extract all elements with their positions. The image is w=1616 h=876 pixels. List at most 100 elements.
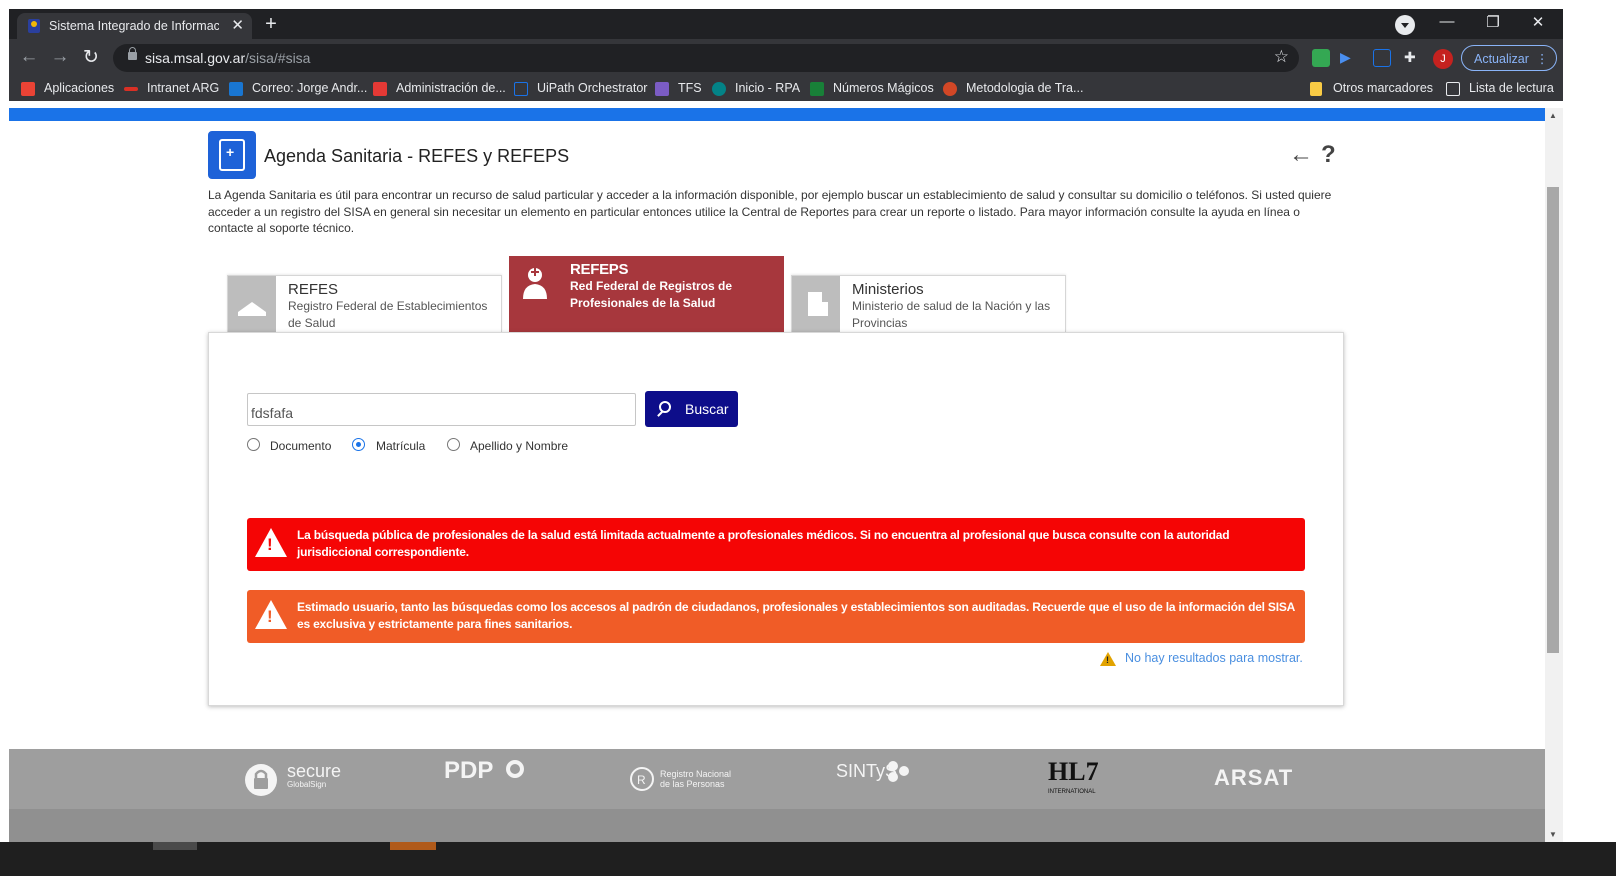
close-window-button[interactable]: ✕ — [1528, 13, 1548, 31]
tab-ministerios[interactable]: Ministerios Ministerio de salud de la Na… — [791, 275, 1066, 333]
scroll-down-arrow-icon[interactable]: ▼ — [1549, 830, 1557, 839]
ministry-building-icon — [792, 276, 840, 333]
warning-icon — [1100, 652, 1116, 666]
taskbar-item[interactable] — [153, 842, 197, 850]
alert-text: La búsqueda pública de profesionales de … — [297, 528, 1230, 559]
back-icon[interactable]: ← — [18, 46, 40, 68]
folder-icon — [1310, 82, 1322, 96]
os-taskbar — [0, 842, 1616, 876]
radio-label: Documento — [270, 439, 332, 453]
footer-logo-sub: GlobalSign — [287, 780, 327, 789]
radio-label: Matrícula — [376, 439, 426, 453]
reading-list-icon — [1446, 82, 1460, 96]
update-button[interactable]: Actualizar ⋮ — [1461, 45, 1557, 71]
doctor-icon — [520, 265, 550, 306]
close-tab-icon[interactable]: ✕ — [231, 16, 244, 34]
tab-subtitle: Ministerio de salud de la Nación y las P… — [852, 299, 1051, 330]
tab-subtitle: Registro Federal de Establecimientos de … — [288, 299, 488, 330]
arsat-logo: ARSAT — [1214, 765, 1294, 790]
uipath-icon — [514, 82, 528, 96]
minimize-button[interactable]: — — [1437, 13, 1457, 30]
bookmark-item[interactable]: Correo: Jorge Andr... — [252, 81, 367, 95]
new-tab-button[interactable]: + — [259, 13, 283, 37]
browser-toolbar: ← → ↻ sisa.msal.gov.ar/sisa/#sisa ☆ ▶ ✚ … — [9, 39, 1563, 77]
sintys-dots-icon — [885, 758, 911, 789]
radio-apellido-nombre[interactable] — [447, 438, 460, 451]
tab-search-icon[interactable] — [1395, 15, 1415, 35]
bookmark-item[interactable]: Intranet ARG — [147, 81, 219, 95]
search-input[interactable] — [247, 393, 636, 426]
ssl-secure-logo — [243, 762, 279, 803]
lock-icon — [128, 47, 137, 60]
outlook-icon — [229, 82, 243, 96]
hl7-logo-sub: INTERNATIONAL — [1048, 789, 1096, 795]
admin-icon — [373, 82, 387, 96]
bookmark-item[interactable]: Números Mágicos — [833, 81, 934, 95]
renaper-seal-icon: R — [629, 766, 655, 797]
restore-button[interactable]: ❐ — [1483, 13, 1503, 31]
forward-icon[interactable]: → — [49, 46, 71, 68]
browser-tab[interactable]: Sistema Integrado de Información ✕ — [17, 13, 252, 39]
back-arrow-icon[interactable]: ← — [1289, 141, 1313, 169]
radio-matricula[interactable] — [352, 438, 365, 451]
tab-refeps[interactable]: REFEPS Red Federal de Registros de Profe… — [509, 256, 784, 333]
alert-danger: ! La búsqueda pública de profesionales d… — [247, 518, 1305, 571]
help-icon[interactable]: ? — [1321, 141, 1336, 169]
search-button[interactable]: Buscar — [645, 391, 738, 427]
bookmark-star-icon[interactable]: ☆ — [1274, 47, 1289, 67]
url-text: sisa.msal.gov.ar/sisa/#sisa — [145, 50, 311, 66]
apps-grid-icon — [21, 82, 35, 96]
bookmarks-bar: Aplicaciones Intranet ARG Correo: Jorge … — [9, 77, 1563, 101]
renaper-logo-text: Registro Nacional de las Personas — [660, 769, 732, 789]
extension-shield-icon[interactable] — [1312, 49, 1330, 67]
browser-tab-title: Sistema Integrado de Información — [49, 19, 219, 33]
radio-label: Apellido y Nombre — [470, 439, 569, 453]
sheet-icon — [810, 82, 824, 96]
extension-uipath-icon[interactable] — [1373, 49, 1391, 67]
sharepoint-icon — [712, 82, 726, 96]
pdp-shield-icon — [505, 759, 525, 786]
svg-text:R: R — [637, 773, 646, 787]
footer: secure GlobalSign PDP R Registro Naciona… — [9, 749, 1545, 809]
powerpoint-icon — [943, 82, 957, 96]
bookmark-item[interactable]: Aplicaciones — [44, 81, 114, 95]
profile-avatar[interactable]: J — [1433, 49, 1453, 69]
bookmark-item[interactable]: Inicio - RPA — [735, 81, 800, 95]
extension-play-icon[interactable]: ▶ — [1340, 49, 1358, 67]
radio-documento[interactable] — [247, 438, 260, 451]
pdp-logo: PDP — [444, 757, 494, 784]
scroll-up-arrow-icon[interactable]: ▲ — [1549, 111, 1557, 120]
bookmark-item[interactable]: UiPath Orchestrator — [537, 81, 647, 95]
scrollbar-thumb[interactable] — [1547, 187, 1559, 653]
alert-warning: ! Estimado usuario, tanto las búsquedas … — [247, 590, 1305, 643]
page-description: La Agenda Sanitaria es útil para encontr… — [208, 188, 1332, 235]
tab-refes[interactable]: REFES Registro Federal de Establecimient… — [227, 275, 502, 333]
reload-icon[interactable]: ↻ — [80, 46, 102, 69]
taskbar-item[interactable] — [390, 842, 436, 850]
tab-subtitle: Red Federal de Registros de Profesionale… — [570, 279, 733, 310]
footer-bottom-band — [9, 809, 1545, 842]
extensions-puzzle-icon[interactable]: ✚ — [1404, 49, 1422, 67]
tab-title: REFES — [288, 281, 339, 298]
hl7-logo-text: HL7 — [1048, 757, 1099, 786]
agenda-logo-icon — [208, 131, 256, 179]
intranet-icon — [124, 87, 138, 91]
bookmark-item[interactable]: TFS — [678, 81, 702, 95]
no-results-message: No hay resultados para mostrar. — [1125, 651, 1303, 665]
sisa-favicon-icon — [28, 19, 40, 33]
building-icon — [228, 276, 276, 333]
tab-title: REFEPS — [570, 261, 629, 278]
top-blue-band — [9, 108, 1545, 121]
tab-title: Ministerios — [852, 281, 924, 298]
bookmark-item[interactable]: Metodologia de Tra... — [966, 81, 1083, 95]
reading-list-link[interactable]: Lista de lectura — [1469, 81, 1554, 95]
visual-studio-icon — [655, 82, 669, 96]
page-title: Agenda Sanitaria - REFES y REFEPS — [264, 146, 570, 166]
bookmark-item[interactable]: Otros marcadores — [1333, 81, 1433, 95]
footer-logo-text: secure — [287, 761, 342, 781]
alert-text: Estimado usuario, tanto las búsquedas co… — [297, 600, 1295, 631]
browser-tab-strip: Sistema Integrado de Información ✕ + — ❐… — [9, 9, 1563, 39]
bookmark-item[interactable]: Administración de... — [396, 81, 506, 95]
search-icon — [659, 401, 671, 413]
address-bar[interactable]: sisa.msal.gov.ar/sisa/#sisa ☆ — [113, 44, 1299, 72]
